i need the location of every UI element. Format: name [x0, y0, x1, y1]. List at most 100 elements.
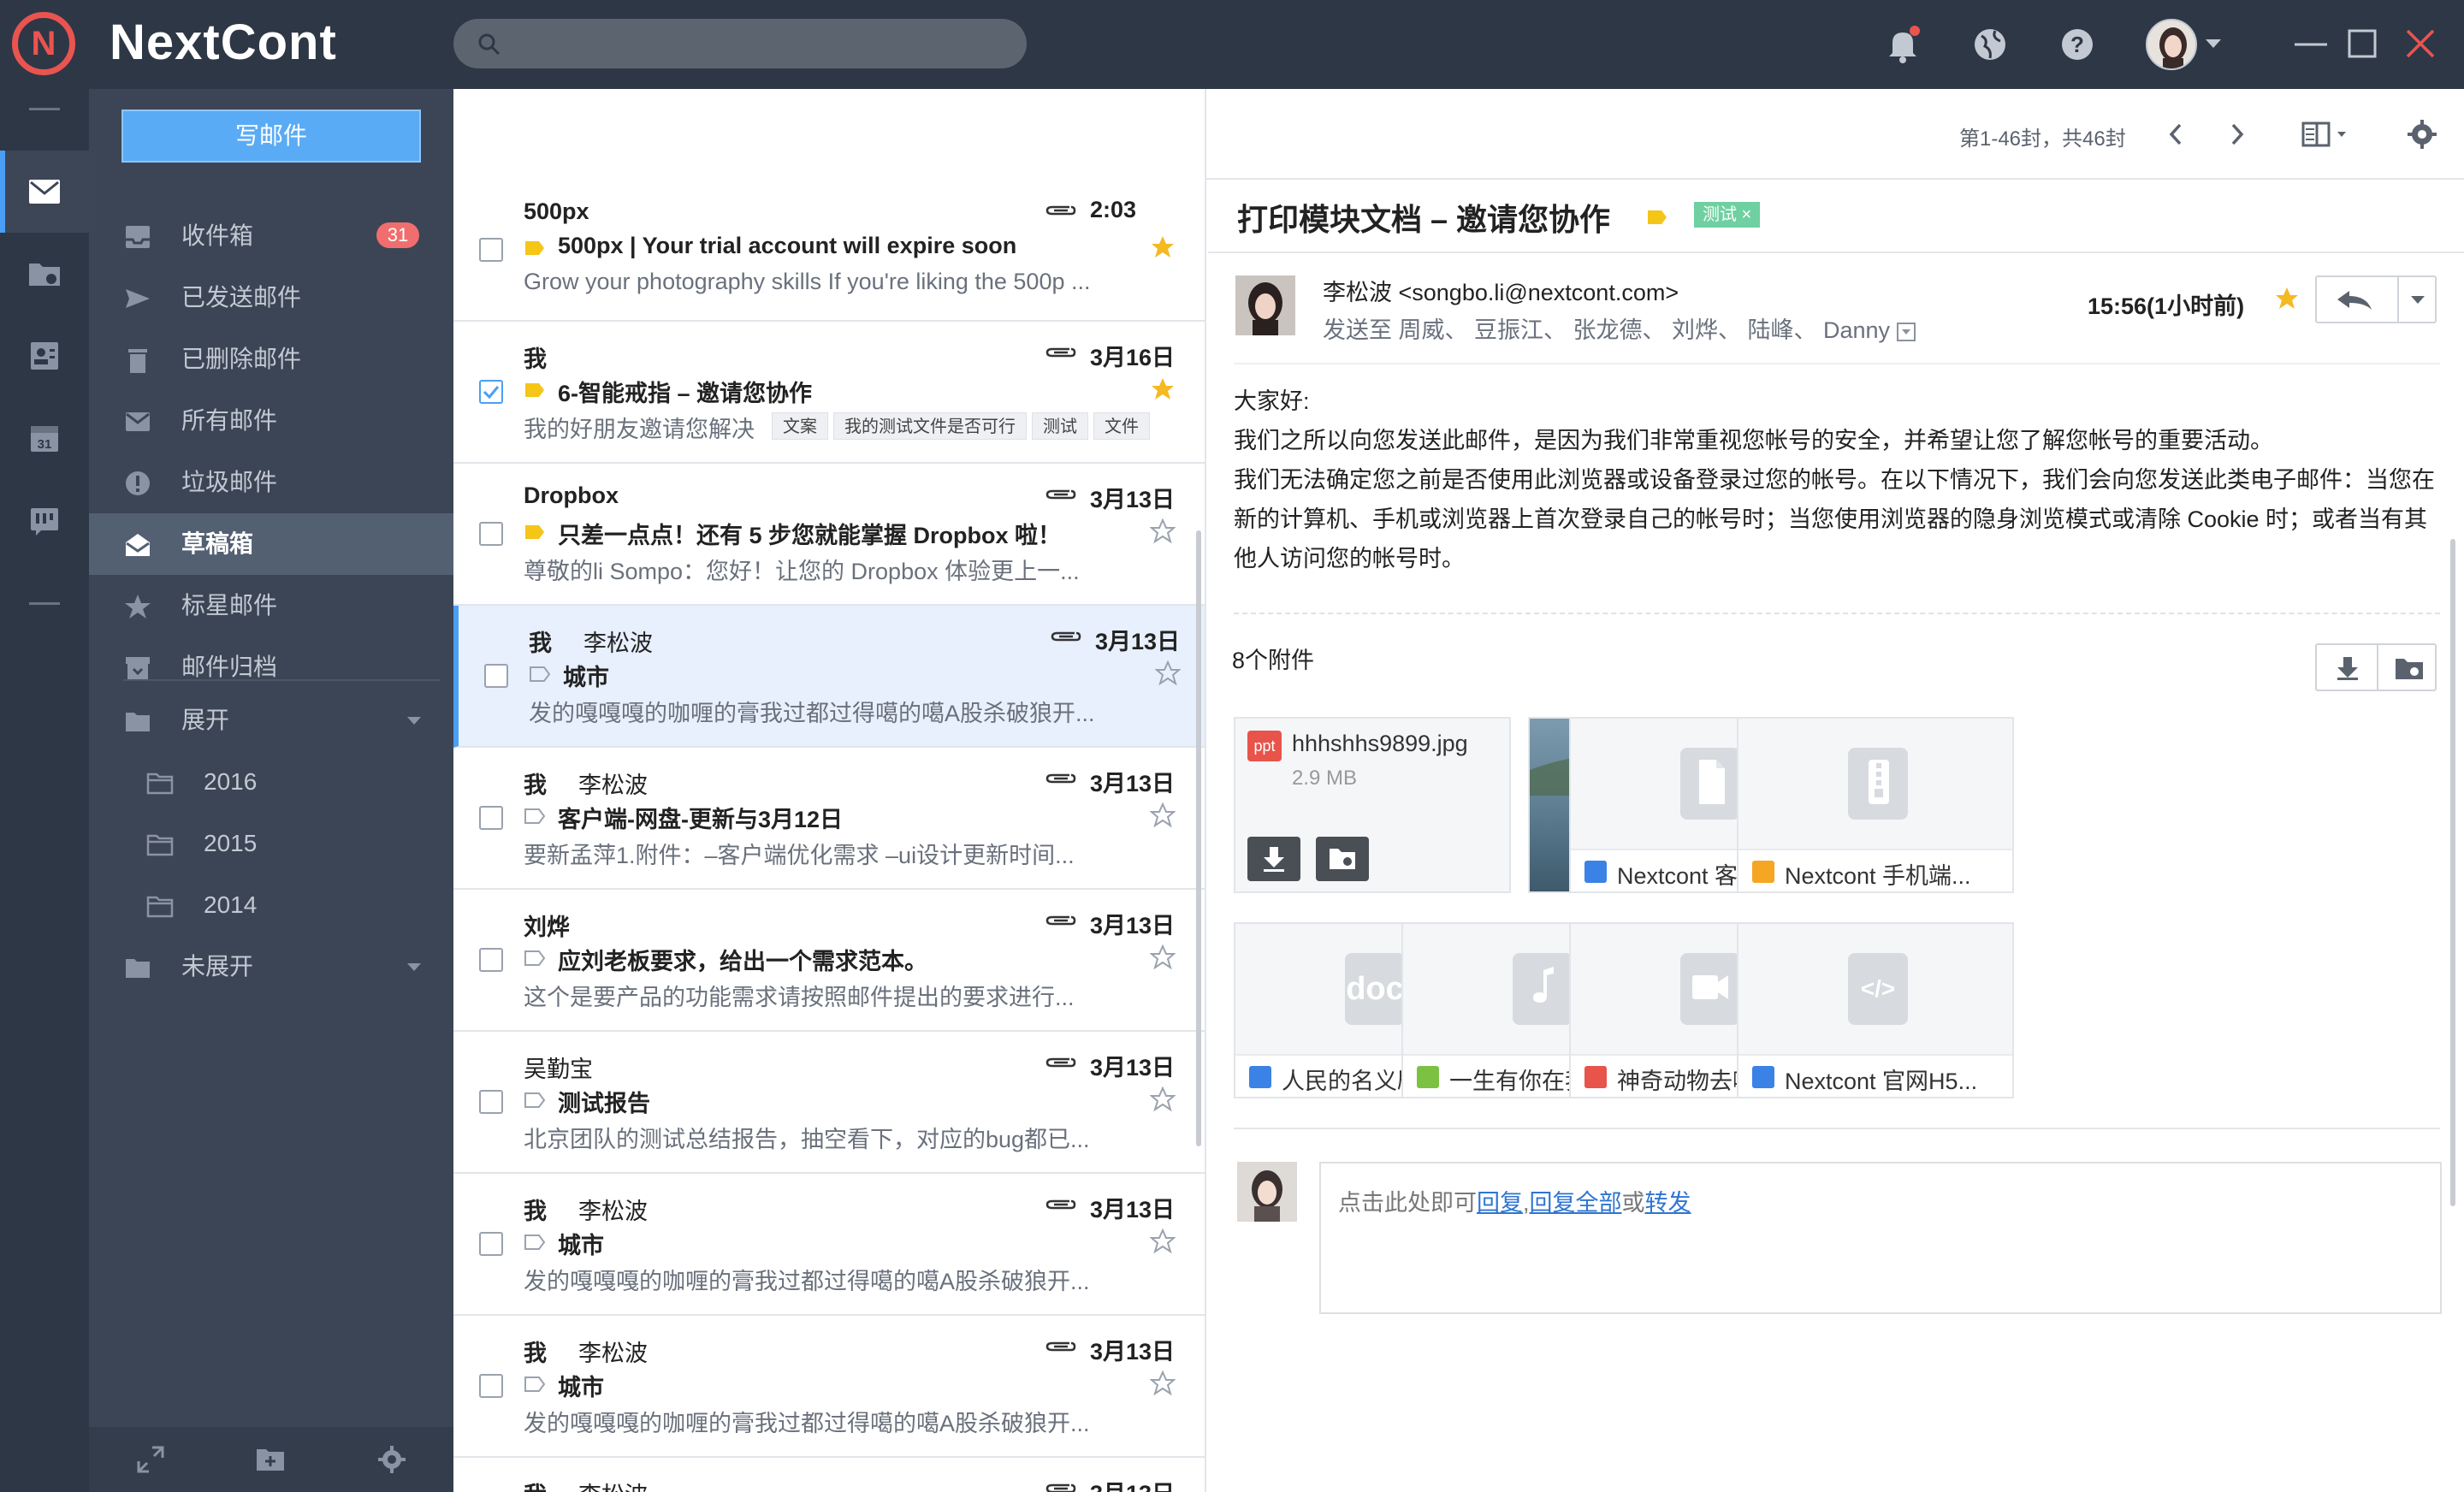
message-snippet: 发的嘎嘎嘎的咖喱的膏我过都过得噶的噶A股杀破狼开... [524, 1269, 1090, 1294]
star-outline-icon[interactable] [1150, 802, 1176, 828]
caret-down-icon[interactable] [407, 717, 421, 725]
save-to-drive-icon[interactable] [2394, 655, 2425, 681]
minimize-icon[interactable] [2289, 22, 2332, 65]
label-outline-icon [524, 950, 546, 966]
message-row[interactable]: 我 3月16日 6-智能戒指 – 邀请您协作 我的好朋友邀请您解决 文案 我的测试文件是否… [453, 322, 1205, 464]
svg-text:?: ? [2070, 32, 2084, 57]
message-sender-secondary: 李松波 [578, 1199, 648, 1224]
message-snippet: 这个是要产品的功能需求请按照邮件提出的要求进行... [524, 985, 1075, 1010]
nav-spam[interactable]: 垃圾邮件 [89, 452, 453, 513]
message-snippet: Grow your photography skills If you're l… [524, 269, 1091, 294]
chevron-down-icon[interactable] [2206, 39, 2221, 50]
chevron-down-icon[interactable] [2411, 296, 2425, 305]
divider [1234, 1128, 2440, 1129]
prev-page-icon[interactable] [2163, 115, 2189, 154]
message-checkbox[interactable] [479, 1374, 503, 1398]
nav-deleted[interactable]: 已删除邮件 [89, 329, 453, 390]
label-outline-icon [530, 666, 551, 682]
nav-drafts[interactable]: 草稿箱 [89, 513, 453, 575]
mail-icon [29, 180, 60, 204]
search-input[interactable] [453, 19, 1027, 68]
close-icon[interactable] [2399, 22, 2442, 65]
message-checkbox[interactable] [479, 380, 503, 404]
star-outline-icon[interactable] [1150, 1229, 1176, 1254]
reply-all-link[interactable]: 回复全部 [1530, 1190, 1622, 1216]
quick-reply-box[interactable]: 点击此处即可回复,回复全部或转发 [1319, 1162, 2442, 1314]
download-button[interactable] [1247, 837, 1300, 881]
folder-expanded[interactable]: 展开 [89, 690, 453, 751]
attachment-tile[interactable]: </> Nextcont 官网H5... [1737, 922, 2014, 1098]
star-filled-icon[interactable] [1150, 234, 1176, 260]
zip-file-icon [1752, 861, 1774, 883]
rail-drive[interactable] [0, 233, 89, 315]
globe-icon[interactable] [1966, 21, 2014, 68]
attachment-tile[interactable]: Nextcont 手机端... [1737, 717, 2014, 893]
message-checkbox[interactable] [484, 664, 508, 688]
reply-button[interactable] [2315, 275, 2437, 323]
star-filled-icon[interactable] [1150, 376, 1176, 402]
rail-calendar[interactable]: 31 [0, 397, 89, 479]
message-row[interactable]: 吴勤宝 3月13日 测试报告 北京团队的测试总结报告，抽空看下，对应的bug都已... [453, 1032, 1205, 1174]
expand-icon[interactable] [135, 1444, 166, 1475]
rail-mail[interactable] [0, 151, 89, 233]
recipients[interactable]: 发送至 周威、 豆振江、 张龙德、 刘烨、 陆峰、 Danny [1323, 311, 1916, 345]
message-row[interactable]: 我 李松波 3月13日 城市 发的嘎嘎嘎的咖喱的膏我过都过得噶的噶A股杀破狼开... [453, 606, 1205, 748]
bell-icon[interactable] [1879, 21, 1927, 68]
message-checkbox[interactable] [479, 1090, 503, 1114]
message-checkbox[interactable] [479, 948, 503, 972]
message-snippet: 要新孟萍1.附件：–客户端优化需求 –ui设计更新时间... [524, 843, 1075, 868]
next-page-icon[interactable] [2224, 115, 2250, 154]
user-avatar[interactable] [2146, 19, 2197, 70]
folder-2015[interactable]: 2015 [89, 813, 453, 874]
message-row[interactable]: 我 李松波 3月13日 客户端-网盘-更新与3月12日 要新孟萍1.附件：–客户端优化需… [453, 748, 1205, 890]
forward-link[interactable]: 转发 [1645, 1190, 1691, 1216]
star-outline-icon[interactable] [1150, 944, 1176, 970]
message-checkbox[interactable] [479, 522, 503, 546]
maximize-icon[interactable] [2341, 22, 2384, 65]
attachment-tile[interactable]: ppt hhhshhs9899.jpg 2.9 MB [1234, 717, 1511, 893]
message-row[interactable]: 500px 2:03 500px | Your trial account will… [453, 180, 1205, 322]
message-row[interactable]: 我 李松波 3月13日 [453, 1458, 1205, 1492]
star-outline-icon[interactable] [1150, 518, 1176, 544]
reply-link[interactable]: 回复 [1477, 1190, 1523, 1216]
list-scrollbar[interactable] [1196, 530, 1201, 1146]
message-row[interactable]: Dropbox 3月13日 只差一点点！还有 5 步您就能掌握 Dropbox 啦！… [453, 464, 1205, 606]
message-row[interactable]: 刘烨 3月13日 应刘老板要求，给出一个需求范本。 这个是要产品的功能需求请按照邮件提… [453, 890, 1205, 1032]
folder-2016[interactable]: 2016 [89, 751, 453, 813]
reading-scrollbar[interactable] [2450, 539, 2455, 1206]
save-to-drive-button[interactable] [1316, 837, 1369, 881]
message-checkbox[interactable] [479, 1232, 503, 1256]
folder-collapsed[interactable]: 未展开 [89, 936, 453, 998]
nav-all-mail[interactable]: 所有邮件 [89, 390, 453, 452]
expand-recipients-icon[interactable] [1897, 322, 1916, 341]
message-row[interactable]: 我 李松波 3月13日 城市 发的嘎嘎嘎的咖喱的膏我过都过得噶的噶A股杀破狼开... [453, 1174, 1205, 1316]
code-preview-icon: </> [1848, 953, 1908, 1025]
nav-sent[interactable]: 已发送邮件 [89, 267, 453, 329]
tag-badge[interactable]: 测试 × [1694, 202, 1761, 228]
message-subject: 6-智能戒指 – 邀请您协作 [558, 381, 813, 406]
rail-contacts[interactable] [0, 315, 89, 397]
message-date: 3月16日 [1090, 345, 1176, 370]
add-folder-icon[interactable] [255, 1444, 286, 1475]
yellow-tag-icon [1648, 210, 1667, 224]
help-icon[interactable]: ? [2053, 21, 2101, 68]
trash-icon [128, 349, 147, 373]
message-row[interactable]: 我 李松波 3月13日 城市 发的嘎嘎嘎的咖喱的膏我过都过得噶的噶A股杀破狼开... [453, 1316, 1205, 1458]
message-checkbox[interactable] [479, 806, 503, 830]
rail-chat[interactable] [0, 479, 89, 561]
folder-2014[interactable]: 2014 [89, 874, 453, 936]
recipients-text: 发送至 周威、 豆振江、 张龙德、 刘烨、 陆峰、 Danny [1323, 317, 1891, 343]
star-outline-icon[interactable] [1150, 1371, 1176, 1396]
compose-button[interactable]: 写邮件 [121, 110, 421, 163]
nav-starred[interactable]: 标星邮件 [89, 575, 453, 636]
nav-inbox[interactable]: 收件箱 31 [89, 205, 453, 267]
settings-icon[interactable] [376, 1444, 407, 1475]
star-outline-icon[interactable] [1150, 1086, 1176, 1112]
caret-down-icon[interactable] [407, 963, 421, 971]
settings-gear-icon[interactable] [2402, 115, 2442, 154]
layout-split-icon[interactable] [2300, 115, 2360, 154]
download-all-icon[interactable] [2334, 655, 2361, 681]
star-outline-icon[interactable] [1155, 660, 1181, 686]
message-checkbox[interactable] [479, 238, 503, 262]
star-filled-icon[interactable] [2274, 286, 2300, 311]
